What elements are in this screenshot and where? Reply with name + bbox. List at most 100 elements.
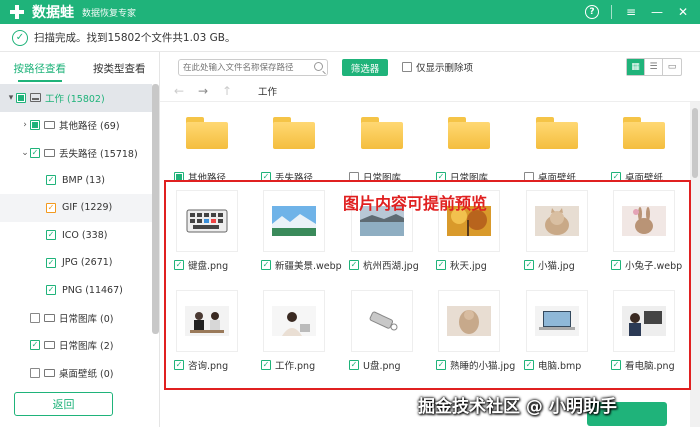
image-item[interactable]: ✓ 看电脑.png: [605, 290, 682, 378]
tree-checkbox[interactable]: ✓: [30, 340, 40, 351]
image-thumbnail[interactable]: [613, 290, 675, 352]
tree-item[interactable]: ✓ GIF (1229): [0, 194, 152, 222]
image-checkbox[interactable]: ✓: [261, 360, 271, 370]
folder-item[interactable]: 其他路径: [168, 102, 245, 190]
tree-item[interactable]: ✓ BMP (13): [0, 167, 152, 195]
image-caption: ✓ 键盘.png: [174, 258, 228, 272]
close-icon[interactable]: ✕: [676, 5, 690, 19]
folder-checkbox[interactable]: ✓: [261, 172, 271, 182]
tree-checkbox[interactable]: [30, 120, 40, 131]
image-checkbox[interactable]: ✓: [261, 260, 271, 270]
folder-checkbox[interactable]: ✓: [436, 172, 446, 182]
folder-thumbnail[interactable]: [438, 102, 500, 164]
folder-checkbox[interactable]: [524, 172, 534, 182]
image-item[interactable]: ✓ 咨询.png: [168, 290, 245, 378]
folder-thumbnail[interactable]: [176, 102, 238, 164]
tree-item[interactable]: 桌面壁纸 (0): [0, 359, 152, 387]
tree-item[interactable]: 日常图库 (0): [0, 304, 152, 332]
tree-item[interactable]: ✓ ICO (338): [0, 222, 152, 250]
tab-by-path[interactable]: 按路径查看: [0, 52, 80, 84]
image-thumbnail[interactable]: [176, 190, 238, 252]
file-browser: 筛选器 仅显示删除项 ▦ ☰ ▭ ← → ↑ 工作 其他路径 ✓ 丢失路径 日常图…: [160, 52, 700, 427]
grid-view-icon[interactable]: ▦: [627, 59, 645, 75]
image-item[interactable]: ✓ 新疆美景.webp: [255, 190, 342, 278]
image-thumbnail[interactable]: [526, 190, 588, 252]
image-item[interactable]: ✓ 熟睡的小猫.jpg: [430, 290, 515, 378]
folder-name: 其他路径: [188, 173, 227, 184]
folder-item[interactable]: ✓ 日常图库: [430, 102, 507, 190]
detail-view-icon[interactable]: ▭: [663, 59, 681, 75]
list-view-icon[interactable]: ☰: [645, 59, 663, 75]
image-item[interactable]: ✓ 键盘.png: [168, 190, 245, 278]
sidebar-scrollbar[interactable]: [152, 84, 159, 334]
menu-icon[interactable]: ≡: [624, 5, 638, 19]
folder-thumbnail[interactable]: [613, 102, 675, 164]
image-item[interactable]: ✓ 工作.png: [255, 290, 332, 378]
image-thumbnail[interactable]: [526, 290, 588, 352]
folder-item[interactable]: ✓ 桌面壁纸: [605, 102, 682, 190]
image-checkbox[interactable]: ✓: [436, 260, 446, 270]
tree-checkbox[interactable]: ✓: [46, 175, 56, 186]
tree-checkbox[interactable]: ✓: [30, 147, 40, 158]
tree-checkbox[interactable]: ✓: [46, 257, 56, 268]
expand-caret-icon[interactable]: ⌄: [20, 148, 30, 158]
tree-checkbox[interactable]: [16, 92, 26, 103]
image-checkbox[interactable]: ✓: [174, 360, 184, 370]
tab-by-type[interactable]: 按类型查看: [80, 52, 160, 84]
filter-button[interactable]: 筛选器: [342, 59, 388, 76]
back-arrow-icon[interactable]: ←: [174, 84, 184, 98]
image-caption: ✓ 小猫.jpg: [524, 258, 575, 272]
search-input[interactable]: [183, 62, 313, 73]
folder-checkbox[interactable]: [349, 172, 359, 182]
image-checkbox[interactable]: ✓: [611, 360, 621, 370]
tree-item[interactable]: › 其他路径 (69): [0, 112, 152, 140]
tree-item[interactable]: ✓ PNG (11467): [0, 277, 152, 305]
image-thumbnail[interactable]: [438, 290, 500, 352]
expand-caret-icon[interactable]: ▾: [6, 93, 16, 103]
tree-checkbox[interactable]: [30, 312, 40, 323]
forward-arrow-icon[interactable]: →: [198, 84, 208, 98]
folder-item[interactable]: 日常图库: [343, 102, 420, 190]
image-item[interactable]: ✓ 电脑.bmp: [518, 290, 595, 378]
image-thumbnail[interactable]: [263, 290, 325, 352]
folder-item[interactable]: 桌面壁纸: [518, 102, 595, 190]
tree-item[interactable]: ▾ 工作 (15802): [0, 84, 152, 112]
folder-thumbnail[interactable]: [263, 102, 325, 164]
folder-checkbox[interactable]: ✓: [611, 172, 621, 182]
tree-item[interactable]: ✓ JPG (2671): [0, 249, 152, 277]
search-icon[interactable]: [314, 62, 323, 71]
image-thumbnail[interactable]: [351, 290, 413, 352]
image-thumbnail[interactable]: [613, 190, 675, 252]
tree-checkbox[interactable]: ✓: [46, 230, 56, 241]
folder-item[interactable]: ✓ 丢失路径: [255, 102, 332, 190]
expand-caret-icon[interactable]: ›: [20, 120, 30, 130]
main-scrollbar[interactable]: [690, 102, 700, 427]
image-checkbox[interactable]: ✓: [174, 260, 184, 270]
tree-checkbox[interactable]: ✓: [46, 202, 56, 213]
image-checkbox[interactable]: ✓: [436, 360, 446, 370]
image-checkbox[interactable]: ✓: [524, 260, 534, 270]
image-checkbox[interactable]: ✓: [524, 360, 534, 370]
image-item[interactable]: ✓ 小兔子.webp: [605, 190, 682, 278]
tree-item[interactable]: ✓ 日常图库 (2): [0, 332, 152, 360]
minimize-icon[interactable]: —: [650, 5, 664, 19]
only-deleted-toggle[interactable]: 仅显示删除项: [402, 60, 473, 74]
tree-checkbox[interactable]: [30, 367, 40, 378]
folder-checkbox[interactable]: [174, 172, 184, 182]
back-button[interactable]: 返回: [14, 392, 113, 416]
tree-checkbox[interactable]: ✓: [46, 285, 56, 296]
help-icon[interactable]: ?: [585, 5, 599, 19]
image-thumbnail[interactable]: [263, 190, 325, 252]
image-checkbox[interactable]: ✓: [349, 360, 359, 370]
image-checkbox[interactable]: ✓: [611, 260, 621, 270]
search-box[interactable]: [178, 59, 328, 76]
folder-thumbnail[interactable]: [526, 102, 588, 164]
folder-thumbnail[interactable]: [351, 102, 413, 164]
image-item[interactable]: ✓ 小猫.jpg: [518, 190, 595, 278]
image-item[interactable]: ✓ U盘.png: [343, 290, 420, 378]
image-thumbnail[interactable]: [176, 290, 238, 352]
tree-item[interactable]: ⌄ ✓ 丢失路径 (15718): [0, 139, 152, 167]
up-arrow-icon[interactable]: ↑: [222, 84, 232, 98]
only-deleted-checkbox[interactable]: [402, 62, 412, 72]
image-checkbox[interactable]: ✓: [349, 260, 359, 270]
